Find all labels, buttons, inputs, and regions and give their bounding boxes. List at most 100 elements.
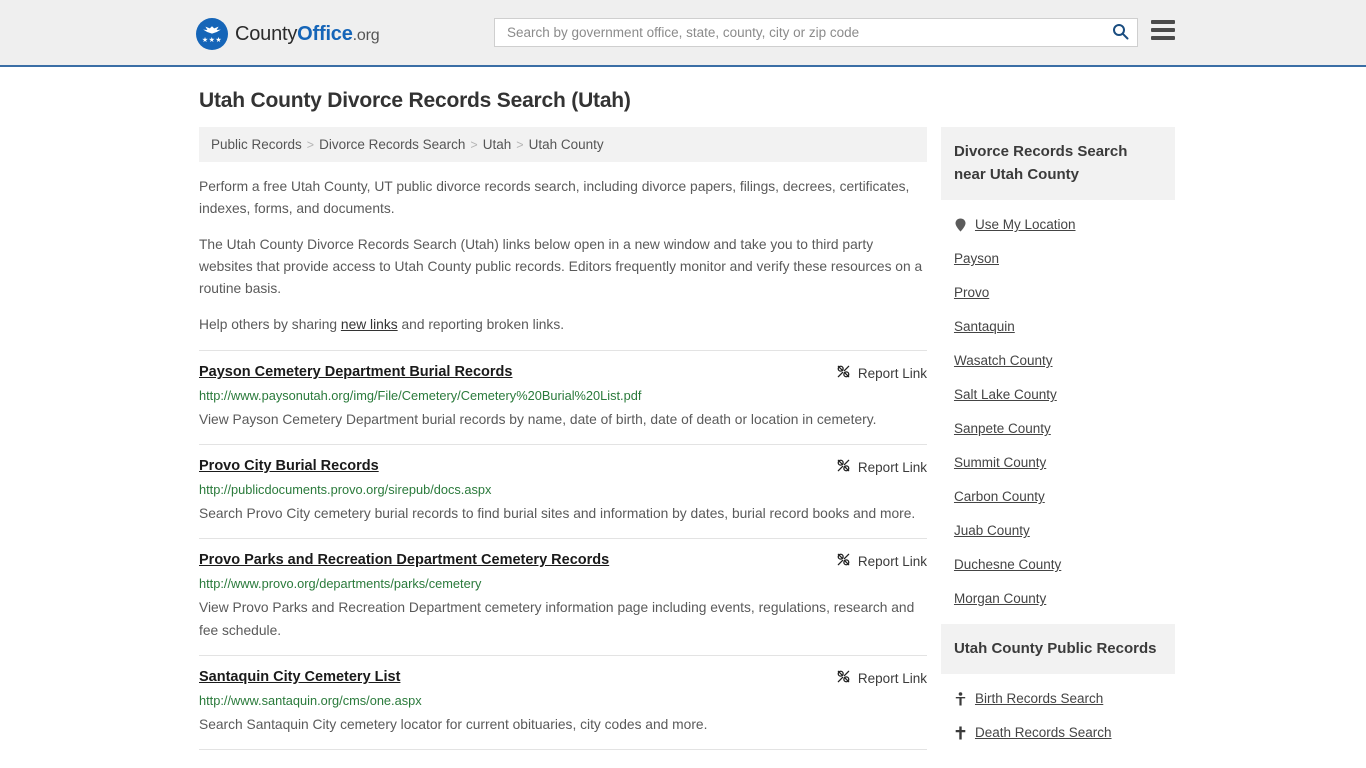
hamburger-bar-1 (1151, 20, 1175, 24)
panel-title-nearby: Divorce Records Search near Utah County (940, 127, 1175, 200)
sidebar-item-label: Summit County (953, 455, 1047, 470)
panel-body-public-records: Birth Records Search Death Records Searc… (941, 674, 1175, 756)
result-title-link[interactable]: Payson Cemetery Department Burial Record… (199, 363, 512, 382)
sidebar-item-provo[interactable]: Provo (954, 276, 1162, 310)
sidebar-item-summit-county[interactable]: Summit County (954, 446, 1162, 480)
search-button[interactable] (1110, 23, 1131, 43)
logo-text-office: Office (297, 22, 353, 45)
sidebar-item-label: Carbon County (953, 489, 1045, 504)
page-body: Utah County Divorce Records Search (Utah… (0, 89, 1366, 758)
new-links-link[interactable]: new links (341, 317, 398, 332)
panel-body-nearby: Use My Location Payson Provo Santaquin W… (941, 200, 1175, 622)
search-bar[interactable] (494, 18, 1138, 47)
result-url: http://www.provo.org/departments/parks/c… (199, 576, 482, 591)
result-item: Santaquin City Cemetery List Report Link… (199, 655, 927, 749)
panel-nearby-searches: Divorce Records Search near Utah County … (940, 127, 1175, 622)
result-description: View Provo Parks and Recreation Departme… (199, 600, 915, 638)
result-item-divider (199, 749, 927, 750)
intro-p3-after: and reporting broken links. (397, 317, 565, 332)
intro-paragraph-3: Help others by sharing new links and rep… (199, 314, 927, 336)
stars-glyph: ★★★ (201, 37, 223, 44)
sidebar: Divorce Records Search near Utah County … (940, 127, 1175, 758)
sidebar-item-morgan-county[interactable]: Morgan County (954, 582, 1162, 616)
sidebar-item-label: Morgan County (953, 591, 1047, 606)
result-header: Provo City Burial Records Report Link (199, 457, 927, 476)
sidebar-item-use-my-location[interactable]: Use My Location (954, 208, 1162, 242)
report-link-label: Report Link (857, 553, 927, 569)
hamburger-menu-icon[interactable] (1151, 20, 1175, 40)
report-link-button[interactable]: Report Link (836, 669, 927, 687)
report-link-label: Report Link (857, 459, 927, 475)
result-description: Search Santaquin City cemetery locator f… (199, 717, 708, 732)
sidebar-item-label: Santaquin (953, 319, 1015, 334)
broken-link-icon (836, 458, 851, 476)
broken-link-icon (836, 364, 851, 382)
panel-title-public-records: Utah County Public Records (940, 624, 1175, 674)
sidebar-item-sanpete-county[interactable]: Sanpete County (954, 412, 1162, 446)
breadcrumb-item-utah[interactable]: Utah (483, 137, 512, 152)
cross-icon (954, 726, 967, 740)
hamburger-bar-2 (1151, 28, 1175, 32)
result-url: http://www.paysonutah.org/img/File/Cemet… (199, 388, 642, 403)
sidebar-item-birth-records-search[interactable]: Birth Records Search (954, 682, 1162, 716)
result-description: View Payson Cemetery Department burial r… (199, 412, 877, 427)
sidebar-item-label: Juab County (953, 523, 1030, 538)
content-container: Utah County Divorce Records Search (Utah… (191, 89, 1175, 758)
main-column: Public Records > Divorce Records Search … (199, 127, 927, 750)
baby-icon (954, 692, 967, 706)
sidebar-item-label: Birth Records Search (974, 691, 1104, 706)
search-input[interactable] (505, 19, 1110, 46)
search-icon (1112, 23, 1129, 43)
breadcrumb-item-divorce-records-search[interactable]: Divorce Records Search (319, 137, 465, 152)
broken-link-icon (836, 669, 851, 687)
sidebar-item-carbon-county[interactable]: Carbon County (954, 480, 1162, 514)
result-header: Santaquin City Cemetery List Report Link (199, 668, 927, 687)
result-title-link[interactable]: Provo City Burial Records (199, 457, 379, 476)
two-column-layout: Public Records > Divorce Records Search … (191, 127, 1175, 758)
result-header: Provo Parks and Recreation Department Ce… (199, 551, 927, 570)
sidebar-item-death-records-search[interactable]: Death Records Search (954, 716, 1162, 750)
report-link-button[interactable]: Report Link (836, 364, 927, 382)
report-link-label: Report Link (857, 365, 927, 381)
sidebar-item-label: Duchesne County (953, 557, 1062, 572)
intro-text: Perform a free Utah County, UT public di… (199, 176, 927, 336)
report-link-label: Report Link (857, 670, 927, 686)
results-list: Payson Cemetery Department Burial Record… (199, 350, 927, 750)
result-item: Provo Parks and Recreation Department Ce… (199, 538, 927, 655)
breadcrumb-separator: > (516, 137, 524, 152)
sidebar-item-label: Payson (953, 251, 999, 266)
result-item: Provo City Burial Records Report Link ht… (199, 444, 927, 538)
sidebar-item-label: Use My Location (974, 217, 1076, 232)
breadcrumb-item-utah-county[interactable]: Utah County (529, 137, 604, 152)
panel-public-records: Utah County Public Records Birth Records… (940, 624, 1175, 756)
result-description: Search Provo City cemetery burial record… (199, 506, 916, 521)
report-link-button[interactable]: Report Link (836, 458, 927, 476)
breadcrumb-separator: > (306, 137, 315, 152)
page-title: Utah County Divorce Records Search (Utah… (199, 89, 631, 112)
sidebar-item-santaquin[interactable]: Santaquin (954, 310, 1162, 344)
result-title-link[interactable]: Santaquin City Cemetery List (199, 668, 400, 687)
logo-text-county: County (235, 22, 298, 45)
result-header: Payson Cemetery Department Burial Record… (199, 363, 927, 382)
broken-link-icon (836, 552, 851, 570)
sidebar-item-juab-county[interactable]: Juab County (954, 514, 1162, 548)
result-url: http://publicdocuments.provo.org/sirepub… (199, 482, 492, 497)
sidebar-item-wasatch-county[interactable]: Wasatch County (954, 344, 1162, 378)
site-logo[interactable]: ★★★ CountyOffice.org (196, 18, 380, 50)
sidebar-item-payson[interactable]: Payson (954, 242, 1162, 276)
location-pin-icon (954, 218, 967, 232)
breadcrumb: Public Records > Divorce Records Search … (199, 127, 927, 162)
report-link-button[interactable]: Report Link (836, 552, 927, 570)
intro-p3-before: Help others by sharing (199, 317, 341, 332)
result-title-link[interactable]: Provo Parks and Recreation Department Ce… (199, 551, 609, 570)
logo-text-org: .org (352, 26, 380, 44)
sidebar-item-salt-lake-county[interactable]: Salt Lake County (954, 378, 1162, 412)
logo-wordmark: CountyOffice.org (235, 22, 380, 46)
sidebar-item-label: Salt Lake County (953, 387, 1057, 402)
result-item: Payson Cemetery Department Burial Record… (199, 350, 927, 444)
eagle-seal-icon: ★★★ (196, 18, 228, 50)
sidebar-item-label: Provo (953, 285, 990, 300)
result-url: http://www.santaquin.org/cms/one.aspx (199, 693, 422, 708)
sidebar-item-duchesne-county[interactable]: Duchesne County (954, 548, 1162, 582)
breadcrumb-item-public-records[interactable]: Public Records (211, 137, 302, 152)
